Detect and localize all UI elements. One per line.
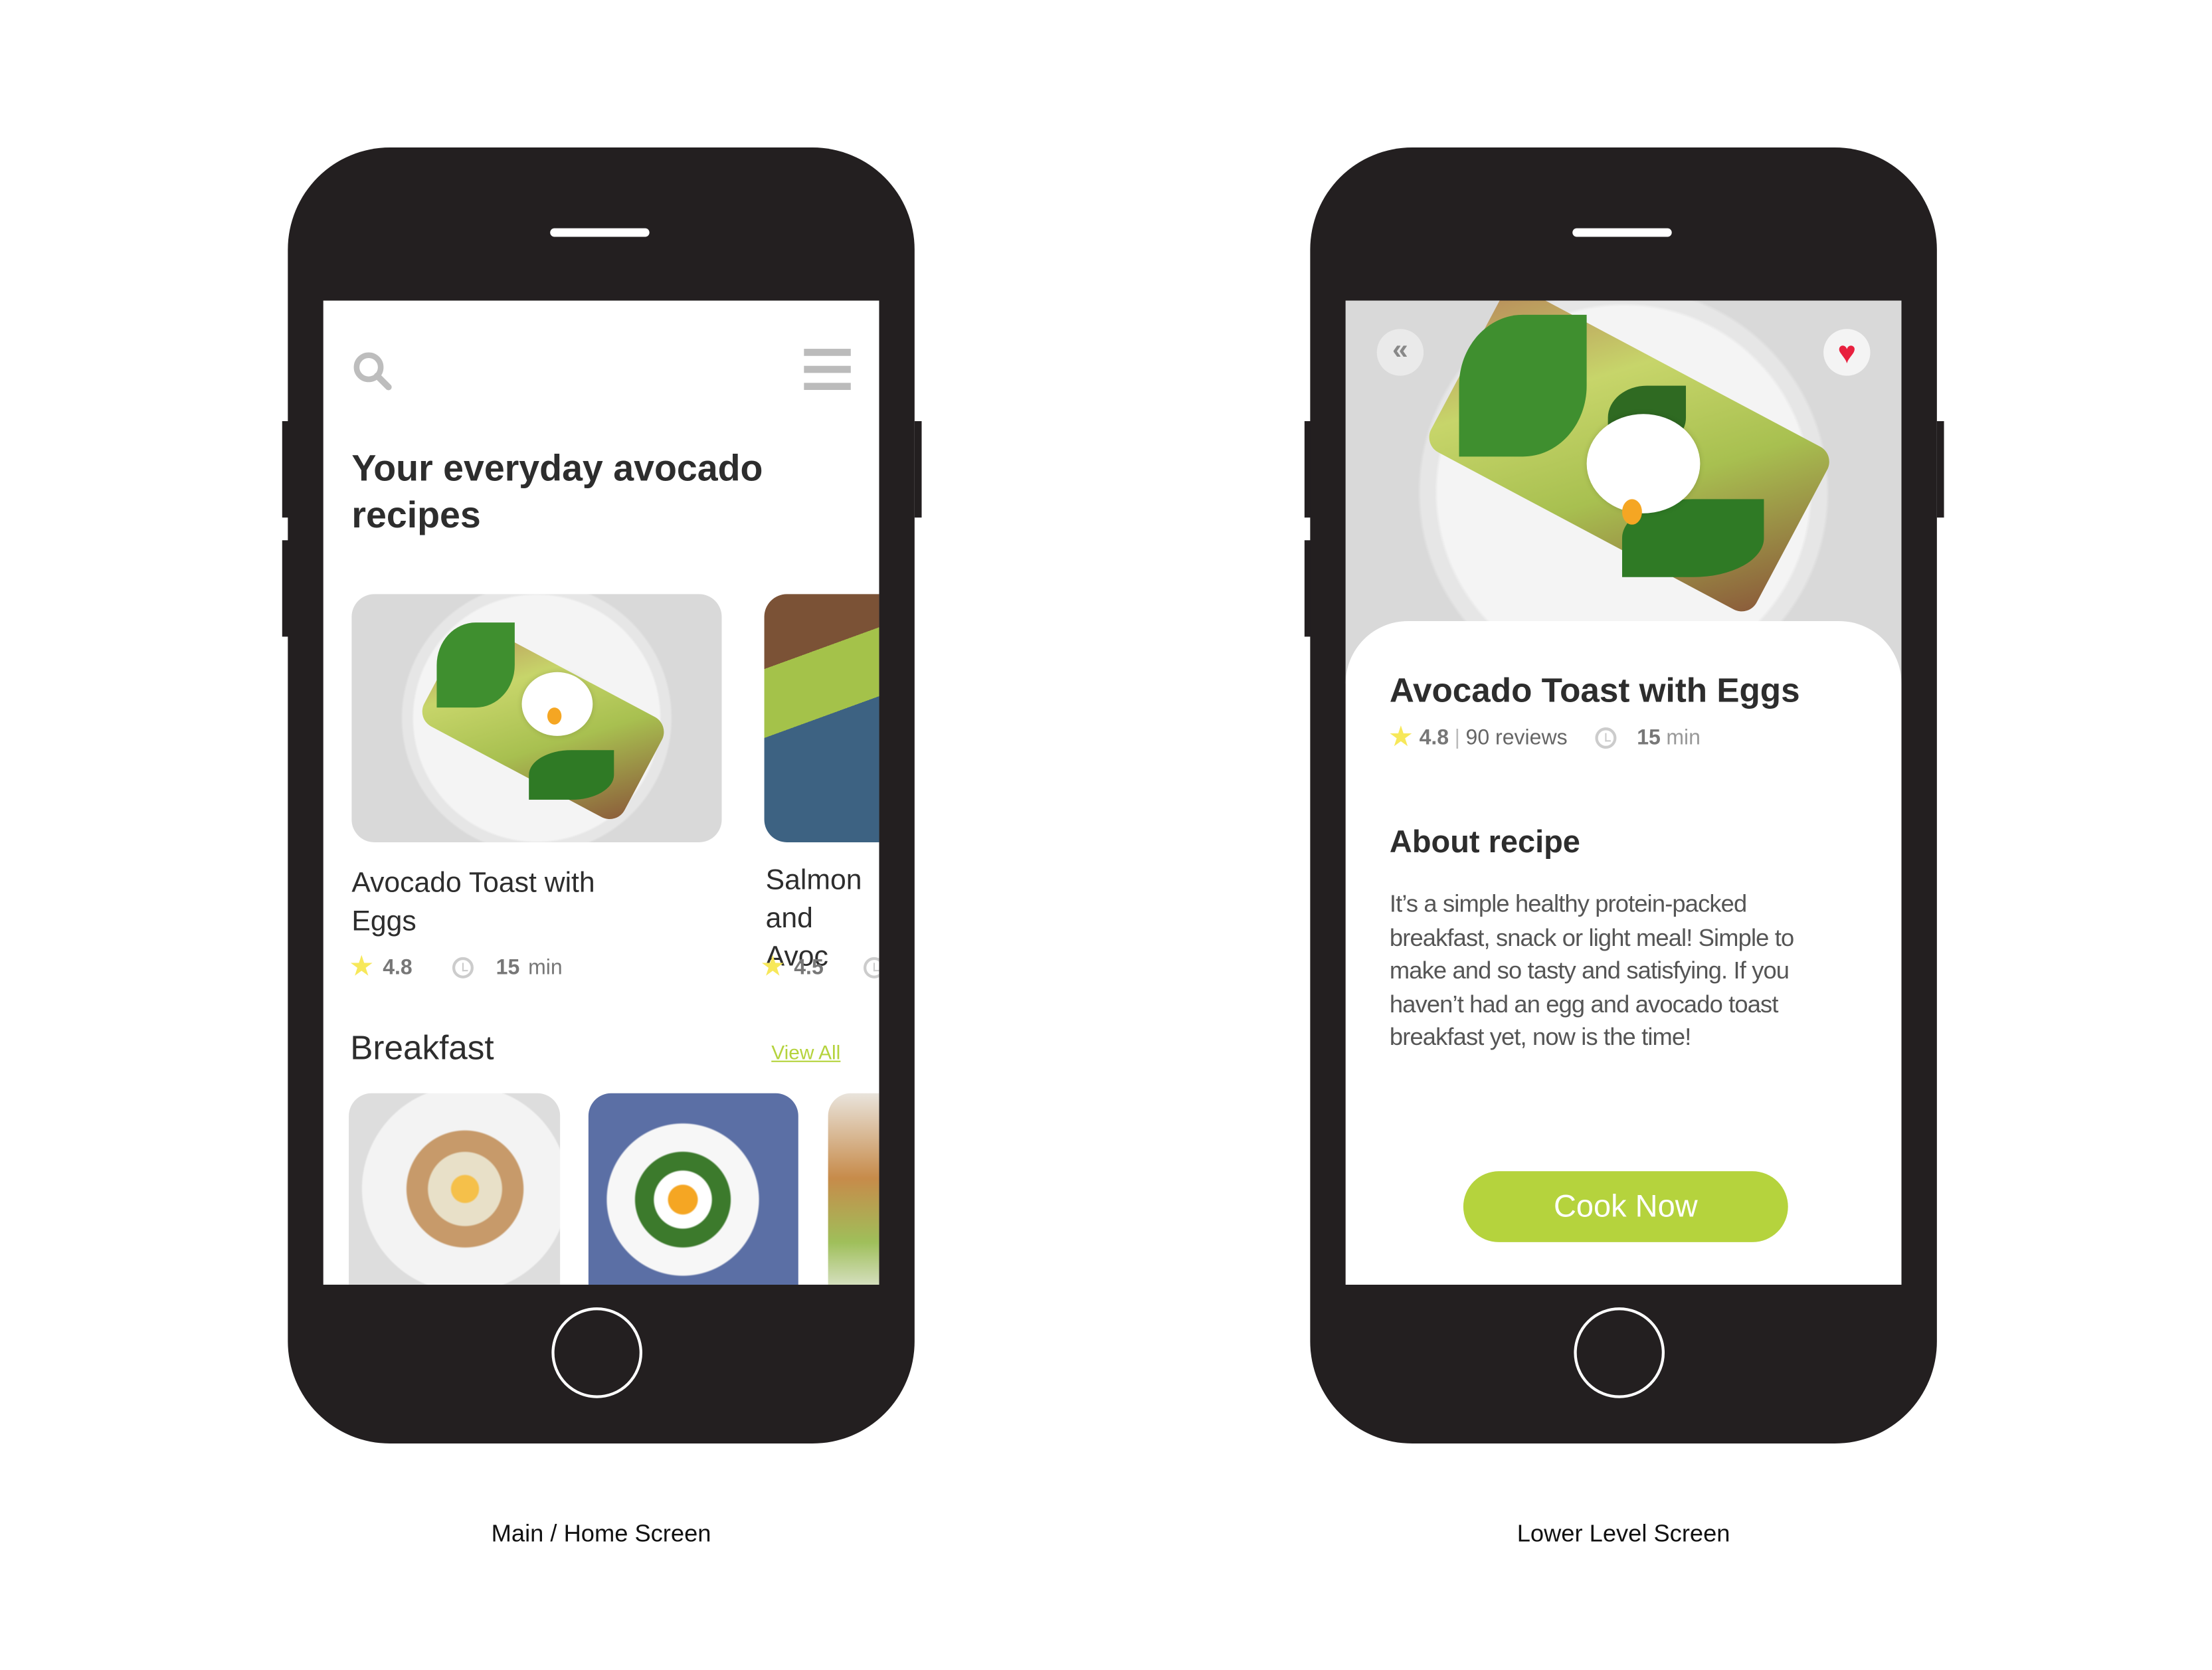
view-all-link[interactable]: View All [771, 1041, 840, 1064]
recipe-image-avocado-toast[interactable] [351, 594, 722, 842]
home-button[interactable] [1574, 1307, 1665, 1398]
caption-detail: Lower Level Screen [1517, 1520, 1730, 1547]
phone-detail: « ♥ Avocado Toast with Eggs ★ 4.8 | 90 r… [1310, 147, 1937, 1444]
rating: 4.8 [383, 955, 413, 979]
detail-screen: « ♥ Avocado Toast with Eggs ★ 4.8 | 90 r… [1345, 300, 1902, 1285]
about-text: It’s a simple healthy protein-packed bre… [1389, 890, 1794, 1051]
breakfast-thumbnail[interactable] [588, 1093, 798, 1285]
phone-side-button [914, 420, 922, 518]
search-icon[interactable] [351, 350, 394, 393]
breakfast-thumbnail[interactable] [828, 1093, 879, 1285]
time-unit: min [1666, 725, 1701, 750]
clock-icon [1596, 726, 1617, 749]
speaker [1572, 228, 1672, 237]
recipe-card-meta: ★ 4.8 15 min [349, 951, 563, 983]
home-screen: Your everyday avocado recipes Avocado To… [323, 300, 879, 1285]
star-icon: ★ [1388, 721, 1414, 753]
star-icon: ★ [760, 951, 786, 983]
rating: 4.5 [794, 955, 824, 979]
time-value: 15 [496, 955, 520, 979]
separator: | [1454, 725, 1461, 750]
recipe-card-meta: ★ 4.5 [760, 951, 879, 983]
cook-now-button[interactable]: Cook Now [1463, 1171, 1788, 1242]
phone-home: Your everyday avocado recipes Avocado To… [288, 147, 915, 1444]
section-title: Breakfast [350, 1029, 494, 1068]
recipe-title: Avocado Toast with Eggs [1389, 672, 1800, 711]
double-chevron-left-icon[interactable]: « [1376, 329, 1424, 376]
home-button[interactable] [551, 1307, 642, 1398]
caption-home: Main / Home Screen [491, 1520, 711, 1547]
star-icon: ★ [349, 951, 375, 983]
recipe-image-salmon-avocado[interactable] [764, 594, 879, 842]
time-unit: min [528, 955, 563, 979]
recipe-meta: ★ 4.8 | 90 reviews 15 min [1388, 721, 1701, 753]
breakfast-thumbnail[interactable] [349, 1093, 561, 1285]
clock-icon [452, 956, 474, 978]
time-value: 15 [1637, 725, 1661, 750]
hamburger-menu-icon[interactable] [804, 349, 851, 391]
about-title: About recipe [1389, 824, 1580, 860]
rating: 4.8 [1419, 725, 1449, 750]
phone-side-button [1936, 420, 1944, 518]
clock-icon [863, 956, 879, 978]
speaker [550, 228, 650, 237]
page-title: Your everyday avocado recipes [351, 446, 763, 536]
heart-icon[interactable]: ♥ [1823, 329, 1871, 376]
reviews-count[interactable]: 90 reviews [1466, 725, 1568, 749]
recipe-card-title[interactable]: Avocado Toast with Eggs [351, 865, 635, 941]
